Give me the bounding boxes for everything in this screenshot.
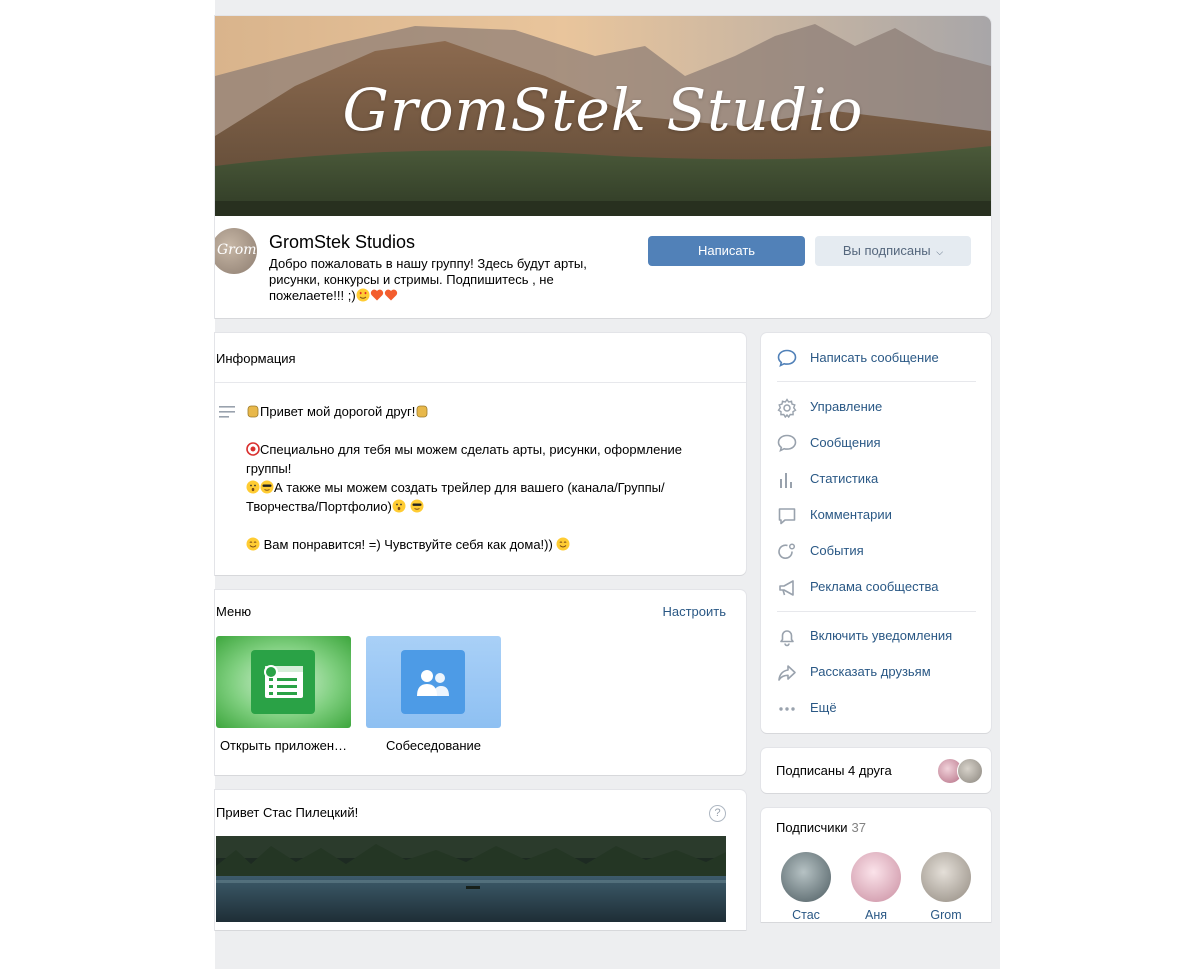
target-emoji-icon bbox=[246, 442, 260, 456]
info-line-trailer: А также мы можем создать трейлер для ваш… bbox=[246, 480, 665, 514]
subscribed-button[interactable]: Вы подписаны ⌵ bbox=[815, 236, 971, 266]
subscribers-card: Подписчики 37 Стас Аня Grom bbox=[761, 808, 991, 922]
group-header: GromStek Studio GromS GromStek Studios Д… bbox=[215, 16, 991, 318]
avatar bbox=[957, 758, 983, 784]
money-bag-emoji-icon bbox=[247, 405, 259, 418]
divider bbox=[777, 611, 976, 612]
action-label: Рассказать друзьям bbox=[810, 664, 931, 679]
post-image[interactable] bbox=[216, 836, 726, 922]
heart-emoji-icon bbox=[384, 289, 397, 301]
group-status: Добро пожаловать в нашу группу! Здесь бу… bbox=[269, 256, 609, 304]
info-card: Информация Привет мой дорогой друг! Спец… bbox=[215, 333, 746, 575]
action-label: Включить уведомления bbox=[810, 628, 953, 643]
menu-item-label[interactable]: Открыть приложен… bbox=[216, 738, 351, 753]
avatar bbox=[921, 852, 971, 902]
action-label: События bbox=[810, 543, 864, 558]
megaphone-icon bbox=[779, 580, 794, 596]
info-description: Привет мой дорогой друг! Специально для … bbox=[246, 402, 716, 554]
surprised-face-emoji-icon bbox=[392, 499, 406, 513]
help-icon[interactable]: ? bbox=[709, 805, 726, 822]
group-name: GromStek Studios bbox=[269, 232, 416, 252]
info-line-offer: Специально для тебя мы можем сделать арт… bbox=[246, 442, 682, 476]
action-label: Сообщения bbox=[810, 435, 881, 450]
avatar bbox=[851, 852, 901, 902]
more-dots-icon bbox=[779, 707, 795, 711]
menu-item-interview[interactable] bbox=[366, 636, 501, 728]
subscribers-title[interactable]: Подписчики 37 bbox=[776, 820, 866, 835]
heart-emoji-icon bbox=[370, 289, 383, 301]
post-title: Привет Стас Пилецкий! bbox=[216, 805, 359, 820]
share-arrow-icon bbox=[778, 665, 796, 681]
subscriber[interactable]: Grom bbox=[916, 852, 976, 922]
cover-title: GromStek Studio bbox=[342, 76, 864, 144]
heart-eyes-emoji-icon bbox=[356, 288, 370, 302]
friends-subscribed-card[interactable]: Подписаны 4 друга bbox=[761, 748, 991, 793]
app-list-icon bbox=[251, 650, 315, 714]
divider bbox=[215, 382, 746, 383]
wiki-post-card: Привет Стас Пилецкий! ? bbox=[215, 790, 746, 930]
comment-icon bbox=[778, 508, 796, 525]
group-status-text: Добро пожаловать в нашу группу! Здесь бу… bbox=[269, 256, 587, 303]
action-label: Ещё bbox=[810, 700, 837, 715]
group-avatar[interactable]: GromS bbox=[215, 228, 257, 274]
subscribers-label: Подписчики bbox=[776, 820, 848, 835]
menu-item-app[interactable] bbox=[216, 636, 351, 728]
events-icon bbox=[778, 543, 796, 559]
gear-icon bbox=[777, 398, 797, 418]
subscribers-count: 37 bbox=[851, 820, 866, 835]
avatar bbox=[781, 852, 831, 902]
subscriber-name: Grom bbox=[930, 908, 962, 922]
surprised-face-emoji-icon bbox=[246, 480, 260, 494]
chevron-down-icon: ⌵ bbox=[936, 247, 944, 257]
menu-item-label[interactable]: Собеседование bbox=[366, 738, 501, 753]
action-label: Управление bbox=[810, 399, 883, 414]
avatar-text: GromS bbox=[217, 242, 257, 258]
divider bbox=[777, 381, 976, 382]
menu-card: Меню Настроить Открыть приложен… Собесед… bbox=[215, 590, 746, 775]
configure-menu-link[interactable]: Настроить bbox=[662, 604, 726, 619]
info-line-greeting: Привет мой дорогой друг! bbox=[260, 404, 416, 419]
subscribed-label: Вы подписаны bbox=[842, 243, 931, 258]
menu-title: Меню bbox=[216, 604, 252, 619]
subscriber[interactable]: Стас bbox=[776, 852, 836, 922]
write-button[interactable]: Написать bbox=[648, 236, 805, 266]
info-line-welcome: Вам понравится! =) Чувствуйте себя как д… bbox=[263, 537, 553, 552]
bell-icon bbox=[780, 630, 794, 647]
friends-subscribed-text: Подписаны 4 друга bbox=[776, 763, 892, 778]
actions-menu: Написать сообщение Управление Сообщения … bbox=[761, 333, 991, 733]
subscriber-name: Стас bbox=[792, 908, 820, 922]
money-bag-emoji-icon bbox=[416, 405, 428, 418]
cover-image: GromStek Studio bbox=[215, 16, 991, 216]
subscriber-name: Аня bbox=[864, 908, 887, 922]
sunglasses-face-emoji-icon bbox=[260, 480, 274, 494]
info-title: Информация bbox=[216, 351, 296, 366]
bar-chart-icon bbox=[780, 473, 792, 488]
chat-bubble-icon bbox=[777, 434, 797, 452]
description-lines-icon bbox=[219, 406, 235, 418]
chat-bubble-icon bbox=[777, 349, 797, 367]
action-label: Реклама сообщества bbox=[810, 579, 939, 594]
action-label: Комментарии bbox=[810, 507, 892, 522]
smiling-face-emoji-icon bbox=[246, 537, 260, 551]
action-label: Статистика bbox=[810, 471, 879, 486]
people-icon bbox=[401, 650, 465, 714]
subscriber[interactable]: Аня bbox=[846, 852, 906, 922]
sunglasses-face-emoji-icon bbox=[410, 499, 424, 513]
action-label: Написать сообщение bbox=[810, 350, 939, 365]
smiling-face-emoji-icon bbox=[556, 537, 570, 551]
